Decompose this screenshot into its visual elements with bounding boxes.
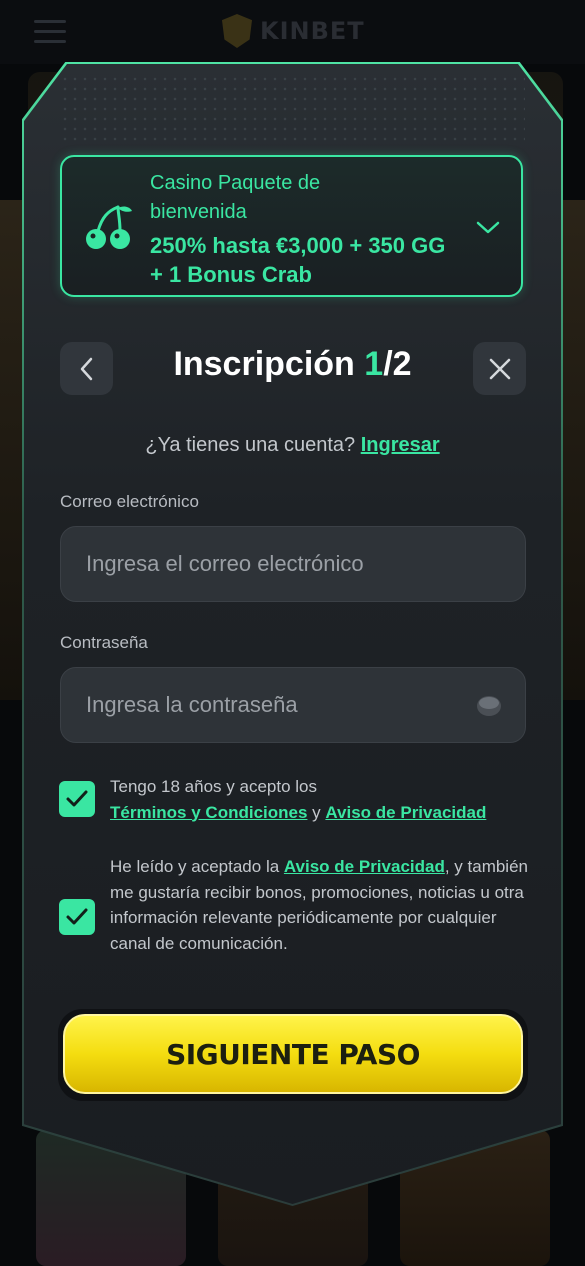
close-button[interactable] <box>473 342 526 395</box>
eye-icon[interactable] <box>476 695 502 717</box>
logo-shield-icon <box>222 14 252 48</box>
bonus-offer: 250% hasta €3,000 + 350 GG + 1 Bonus Cra… <box>150 233 446 287</box>
next-step-button[interactable]: SIGUIENTE PASO <box>63 1014 523 1094</box>
password-field[interactable] <box>60 667 526 743</box>
close-icon <box>489 358 510 379</box>
terms-consent-text: Tengo 18 años y acepto los Términos y Co… <box>110 777 487 822</box>
login-prompt: ¿Ya tienes una cuenta? Ingresar <box>0 434 585 457</box>
privacy-link[interactable]: Aviso de Privacidad <box>325 803 486 822</box>
email-label: Correo electrónico <box>60 492 199 511</box>
checkmark-icon <box>66 908 88 925</box>
marketing-checkbox[interactable] <box>59 899 95 935</box>
modal-dot-pattern <box>60 74 525 144</box>
logo: KINBET <box>222 14 365 48</box>
step-total: /2 <box>383 345 412 383</box>
privacy-link-2[interactable]: Aviso de Privacidad <box>284 857 445 876</box>
login-prompt-text: ¿Ya tienes una cuenta? <box>145 434 356 456</box>
marketing-consent-text: He leído y aceptado la Aviso de Privacid… <box>110 857 528 953</box>
password-input[interactable] <box>84 691 458 719</box>
cherry-icon <box>86 205 132 249</box>
step-current: 1 <box>364 345 384 383</box>
login-link[interactable]: Ingresar <box>361 434 440 456</box>
checkmark-icon <box>66 790 88 807</box>
menu-icon[interactable] <box>34 20 66 44</box>
terms-checkbox[interactable] <box>59 781 95 817</box>
email-field[interactable] <box>60 526 526 602</box>
password-label: Contraseña <box>60 633 148 652</box>
logo-text: KINBET <box>260 17 365 45</box>
terms-link[interactable]: Términos y Condiciones <box>110 803 307 822</box>
bonus-title: Casino Paquete de bienvenida <box>150 172 321 223</box>
chevron-down-icon[interactable] <box>476 217 500 237</box>
email-input[interactable] <box>84 550 458 578</box>
welcome-bonus-card[interactable]: Casino Paquete de bienvenida 250% hasta … <box>60 155 523 297</box>
